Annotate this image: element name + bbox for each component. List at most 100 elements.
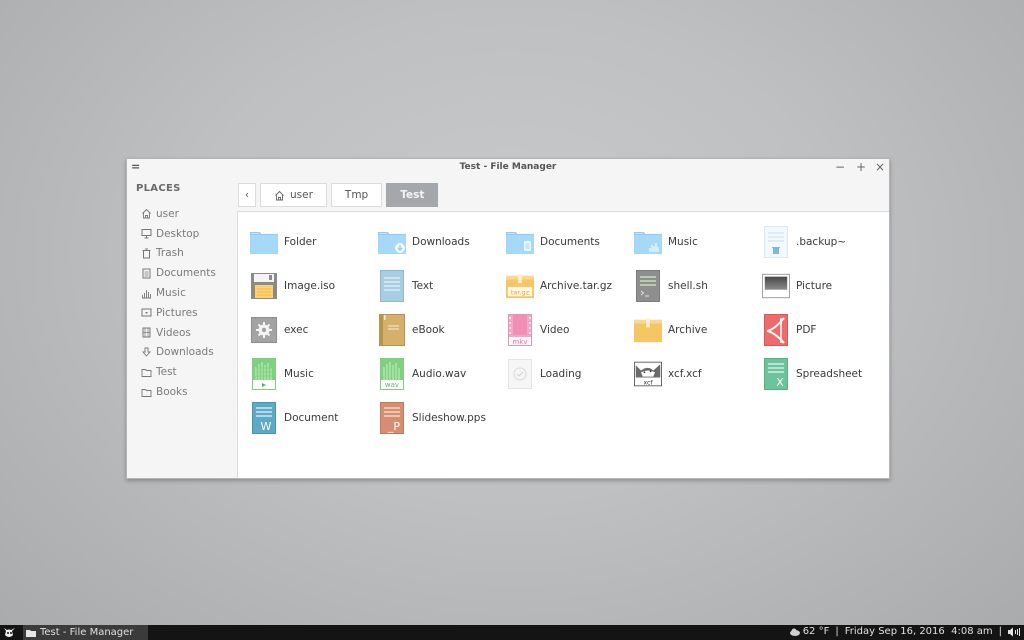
file-item[interactable]: Picture — [762, 264, 890, 308]
archive-box-icon — [634, 314, 662, 346]
video-file-icon: mkv — [506, 314, 534, 346]
start-menu-icon[interactable] — [2, 626, 17, 639]
breadcrumb-user[interactable]: user — [260, 183, 327, 207]
file-item[interactable]: Music — [634, 220, 762, 264]
file-item[interactable]: Loading — [506, 352, 634, 396]
backup-file-icon — [762, 226, 790, 258]
file-item[interactable]: shell.sh — [634, 264, 762, 308]
file-name: exec — [284, 324, 309, 336]
folder-icon — [250, 226, 278, 258]
sidebar-item-label: Music — [156, 287, 186, 300]
window-title: Test - File Manager — [459, 162, 557, 172]
file-name: Documents — [540, 236, 600, 248]
file-name: Slideshow.pps — [412, 412, 486, 424]
svg-text:W: W — [261, 420, 272, 433]
minimize-button[interactable]: − — [835, 160, 845, 174]
file-name: xcf.xcf — [668, 368, 702, 380]
file-item[interactable]: Folder — [250, 220, 378, 264]
file-item[interactable]: PDF — [762, 308, 890, 352]
file-grid: Folder Downloads Documents Music .backup~ Ima… — [250, 220, 890, 440]
maximize-button[interactable]: + — [856, 160, 866, 174]
file-item[interactable]: eBook — [378, 308, 506, 352]
sidebar-item-music[interactable]: Music — [140, 283, 216, 303]
svg-text:xcf: xcf — [643, 380, 653, 387]
clock[interactable]: Friday Sep 16, 2016 4:08 am — [845, 626, 993, 637]
xcf-image-icon: xcf — [634, 358, 662, 390]
file-item[interactable]: xcf xcf.xcf — [634, 352, 762, 396]
close-button[interactable]: × — [875, 160, 885, 174]
file-item[interactable]: exec — [250, 308, 378, 352]
sidebar-item-videos[interactable]: Videos — [140, 323, 216, 343]
slideshow-icon: _P — [378, 402, 406, 434]
file-name: Downloads — [412, 236, 470, 248]
download-icon — [140, 346, 152, 358]
file-item[interactable]: Archive — [634, 308, 762, 352]
breadcrumb: ‹ user Tmp Test — [238, 183, 439, 207]
system-tray: 62 °F | Friday Sep 16, 2016 4:08 am | — [789, 626, 1020, 637]
file-item[interactable]: Documents — [506, 220, 634, 264]
svg-text:tar.gz: tar.gz — [511, 288, 530, 296]
separator: | — [835, 626, 839, 637]
sidebar-item-trash[interactable]: Trash — [140, 244, 216, 264]
file-name: Folder — [284, 236, 317, 248]
breadcrumb-label: user — [290, 189, 313, 201]
folder-icon — [140, 386, 152, 398]
tar-gz-archive-icon: tar.gz — [506, 270, 534, 302]
folder-downloads-icon — [378, 226, 406, 258]
sidebar-item-label: Videos — [156, 326, 191, 339]
picture-file-icon — [762, 270, 790, 302]
file-name: eBook — [412, 324, 445, 336]
home-icon — [140, 208, 152, 220]
file-item[interactable]: Image.iso — [250, 264, 378, 308]
file-name: shell.sh — [668, 280, 708, 292]
sidebar-item-label: Documents — [156, 267, 216, 280]
sidebar-item-user[interactable]: user — [140, 204, 216, 224]
title-bar[interactable]: = Test - File Manager − + × — [127, 159, 889, 177]
file-item[interactable]: Music — [250, 352, 378, 396]
file-item[interactable]: X Spreadsheet — [762, 352, 890, 396]
text-file-icon — [378, 270, 406, 302]
file-item[interactable]: Text — [378, 264, 506, 308]
sidebar-item-books[interactable]: Books — [140, 382, 216, 402]
shell-script-icon — [634, 270, 662, 302]
file-item[interactable]: tar.gz Archive.tar.gz — [506, 264, 634, 308]
monitor-icon — [140, 228, 152, 240]
back-button[interactable]: ‹ — [238, 183, 256, 207]
breadcrumb-test[interactable]: Test — [386, 183, 439, 207]
breadcrumb-label: Tmp — [344, 189, 369, 201]
sidebar-item-label: Books — [156, 386, 188, 399]
sidebar-item-documents[interactable]: Documents — [140, 263, 216, 283]
file-item[interactable]: mkv Video — [506, 308, 634, 352]
folder-music-icon — [634, 226, 662, 258]
spreadsheet-icon: X — [762, 358, 790, 390]
file-name: Spreadsheet — [796, 368, 863, 380]
file-name: Archive.tar.gz — [540, 280, 613, 292]
volume-icon[interactable] — [1008, 627, 1020, 637]
sidebar-item-label: Trash — [156, 247, 184, 260]
separator: | — [998, 626, 1002, 637]
sidebar-item-pictures[interactable]: Pictures — [140, 303, 216, 323]
weather-cloud-icon — [789, 628, 801, 636]
svg-text:_P: _P — [387, 420, 401, 433]
file-item[interactable]: W Document — [250, 396, 378, 440]
file-item[interactable]: wav Audio.wav — [378, 352, 506, 396]
file-name: Document — [284, 412, 339, 424]
taskbar-task-file-manager[interactable]: Test - File Manager — [23, 625, 148, 640]
file-item[interactable]: .backup~ — [762, 220, 890, 264]
audio-file-icon — [250, 358, 278, 390]
weather-temperature[interactable]: 62 °F — [803, 626, 830, 637]
file-manager-window: = Test - File Manager − + × PLACES user D… — [126, 158, 890, 479]
folder-icon — [140, 366, 152, 378]
word-document-icon: W — [250, 402, 278, 434]
wav-file-icon: wav — [378, 358, 406, 390]
places-heading: PLACES — [136, 183, 181, 194]
svg-text:mkv: mkv — [512, 338, 527, 346]
file-item[interactable]: Downloads — [378, 220, 506, 264]
sidebar-item-downloads[interactable]: Downloads — [140, 343, 216, 363]
breadcrumb-tmp[interactable]: Tmp — [330, 183, 383, 207]
file-item[interactable]: _P Slideshow.pps — [378, 396, 506, 440]
sidebar-item-test[interactable]: Test — [140, 362, 216, 382]
executable-gear-icon — [250, 314, 278, 346]
file-name: Music — [668, 236, 698, 248]
sidebar-item-desktop[interactable]: Desktop — [140, 224, 216, 244]
